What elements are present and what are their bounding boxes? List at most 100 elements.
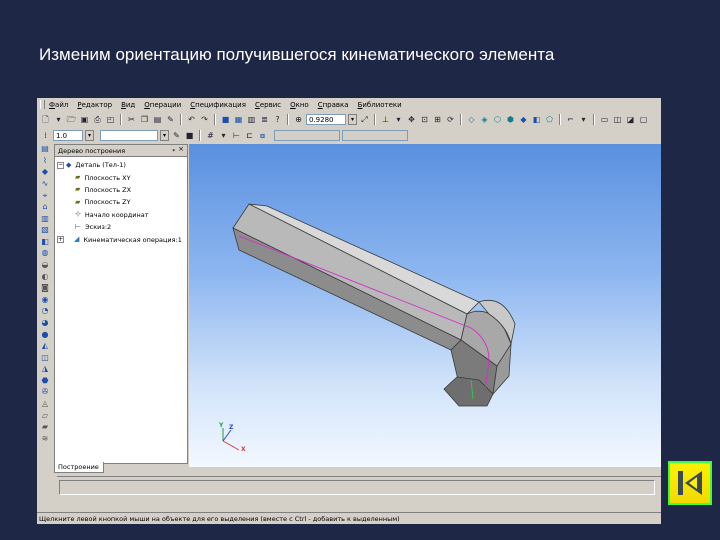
shaded-edges-icon[interactable]: ◧ — [531, 114, 542, 125]
orthogonal-icon[interactable]: ⊏ — [244, 130, 255, 141]
selection-icon[interactable]: ⌂ — [39, 202, 51, 213]
tree-item[interactable]: − ◆ Деталь (Тел-1) — [55, 159, 187, 171]
solid-icon[interactable]: ■ — [184, 130, 195, 141]
shell-icon[interactable]: ◫ — [39, 352, 51, 363]
filter-icon[interactable]: ⧇ — [257, 130, 268, 141]
edit-sketch-icon[interactable]: ✎ — [171, 130, 182, 141]
rotate-icon[interactable]: ⟳ — [445, 114, 456, 125]
tree-item[interactable]: ▰ Плоскость ZY — [55, 196, 187, 208]
rotation-operation-icon[interactable]: ◍ — [39, 248, 51, 259]
layers-icon[interactable]: ≣ — [259, 114, 270, 125]
open-folder-icon[interactable]: 🗁 — [66, 114, 77, 125]
cursor-step-dropdown[interactable]: ▾ — [85, 130, 94, 141]
zoom-dynamic-icon[interactable]: ⊞ — [432, 114, 443, 125]
sketch-tools-icon[interactable]: ◆ — [39, 167, 51, 178]
cut-extrude-icon[interactable]: ◙ — [39, 283, 51, 294]
menu-file[interactable]: Файл — [49, 101, 68, 109]
menu-edit[interactable]: Редактор — [77, 101, 112, 109]
circular-array-icon[interactable]: ✇ — [39, 387, 51, 398]
tree-item[interactable]: + ◢ Кинематическая операция:1 — [55, 233, 187, 245]
menu-specification[interactable]: Спецификация — [190, 101, 246, 109]
hidden-lines-icon[interactable]: ◈ — [479, 114, 490, 125]
pan-icon[interactable]: ✥ — [406, 114, 417, 125]
cursor-step-field[interactable]: 1.0 — [53, 130, 83, 141]
redo-icon[interactable]: ↷ — [199, 114, 210, 125]
menu-view[interactable]: Вид — [121, 101, 135, 109]
cut-rotation-icon[interactable]: ◉ — [39, 295, 51, 306]
view-option-icon[interactable]: ◪ — [625, 114, 636, 125]
view-option-icon[interactable]: ▢ — [638, 114, 649, 125]
measure-icon[interactable]: ⌐ — [565, 114, 576, 125]
section-icon[interactable]: ▱ — [39, 410, 51, 421]
local-cs-icon[interactable]: ⊢ — [231, 130, 242, 141]
orient-icon[interactable]: ⊥ — [380, 114, 391, 125]
manager-icon[interactable]: ■ — [220, 114, 231, 125]
fillet-icon[interactable]: ◔ — [39, 306, 51, 317]
curves-icon[interactable]: ∿ — [39, 179, 51, 190]
coordinates-field[interactable] — [274, 130, 340, 141]
rib-icon[interactable]: ◭ — [39, 341, 51, 352]
no-hidden-lines-icon[interactable]: ⬢ — [505, 114, 516, 125]
view-option-icon[interactable]: ▭ — [599, 114, 610, 125]
split-icon[interactable]: ▰ — [39, 422, 51, 433]
menu-operations[interactable]: Операции — [144, 101, 181, 109]
hole-icon[interactable]: ● — [39, 329, 51, 340]
tree-item[interactable]: ⊢ Эскиз:2 — [55, 221, 187, 233]
tab-construction[interactable]: Построение — [54, 462, 104, 473]
dropdown-arrow-icon[interactable]: ▾ — [393, 114, 404, 125]
close-icon[interactable]: × — [178, 145, 184, 153]
print-icon[interactable]: ⎙ — [92, 114, 103, 125]
spec-icon[interactable]: ▥ — [39, 213, 51, 224]
menu-window[interactable]: Окно — [290, 101, 309, 109]
libraries-icon[interactable]: ▦ — [233, 114, 244, 125]
format-painter-icon[interactable]: ✎ — [165, 114, 176, 125]
undo-icon[interactable]: ↶ — [186, 114, 197, 125]
print-preview-icon[interactable]: ◰ — [105, 114, 116, 125]
zoom-in-icon[interactable]: ⊕ — [293, 114, 304, 125]
current-view-field[interactable] — [100, 130, 158, 141]
geometry-icon[interactable]: ⌇ — [39, 156, 51, 167]
tree-item[interactable]: ▰ Плоскость ZX — [55, 184, 187, 196]
cut-icon[interactable]: ✂ — [126, 114, 137, 125]
reports-icon[interactable]: ▧ — [39, 225, 51, 236]
tree-item[interactable]: ⊹ Начало координат — [55, 209, 187, 221]
kinematic-icon[interactable]: ◒ — [39, 260, 51, 271]
dropdown-arrow-icon[interactable]: ▾ — [53, 114, 64, 125]
thin-hidden-lines-icon[interactable]: ⬡ — [492, 114, 503, 125]
array-icon[interactable]: ⬣ — [39, 376, 51, 387]
wireframe-icon[interactable]: ◇ — [466, 114, 477, 125]
perspective-icon[interactable]: ⬠ — [544, 114, 555, 125]
new-document-icon[interactable]: 🗋 — [40, 114, 51, 125]
menu-service[interactable]: Сервис — [255, 101, 281, 109]
paste-icon[interactable]: ▤ — [152, 114, 163, 125]
expand-icon[interactable]: + — [57, 236, 64, 244]
zoom-scale-dropdown[interactable]: ▾ — [348, 114, 357, 125]
extrude-icon[interactable]: ◧ — [39, 237, 51, 248]
zoom-window-icon[interactable]: ⊡ — [419, 114, 430, 125]
chamfer-icon[interactable]: ◕ — [39, 318, 51, 329]
menu-libraries[interactable]: Библиотеки — [358, 101, 402, 109]
pin-icon[interactable]: ᵩ — [173, 146, 176, 153]
mirror-icon[interactable]: ◬ — [39, 399, 51, 410]
grid-snap-icon[interactable]: ⁞ — [40, 130, 51, 141]
save-icon[interactable]: ▣ — [79, 114, 90, 125]
collapse-icon[interactable]: − — [57, 161, 64, 169]
properties-icon[interactable]: ▥ — [246, 114, 257, 125]
coordinates-field-2[interactable] — [342, 130, 408, 141]
edit-details-icon[interactable]: ▤ — [39, 144, 51, 155]
grid-icon[interactable]: # — [205, 130, 216, 141]
show-all-icon[interactable]: ⤢ — [359, 114, 370, 125]
measure-panel-icon[interactable]: ⌖ — [39, 190, 51, 201]
back-navigation-button[interactable] — [668, 461, 712, 505]
dropdown-arrow-icon[interactable]: ▾ — [218, 130, 229, 141]
help-pointer-icon[interactable]: ? — [272, 114, 283, 125]
shaded-icon[interactable]: ◆ — [518, 114, 529, 125]
current-view-dropdown[interactable]: ▾ — [160, 130, 169, 141]
loft-icon[interactable]: ◐ — [39, 271, 51, 282]
dropdown-arrow-icon[interactable]: ▾ — [578, 114, 589, 125]
draft-icon[interactable]: ◮ — [39, 364, 51, 375]
copy-icon[interactable]: ❐ — [139, 114, 150, 125]
view-option-icon[interactable]: ◫ — [612, 114, 623, 125]
menu-help[interactable]: Справка — [318, 101, 349, 109]
zoom-scale-field[interactable]: 0.9280 — [306, 114, 346, 125]
